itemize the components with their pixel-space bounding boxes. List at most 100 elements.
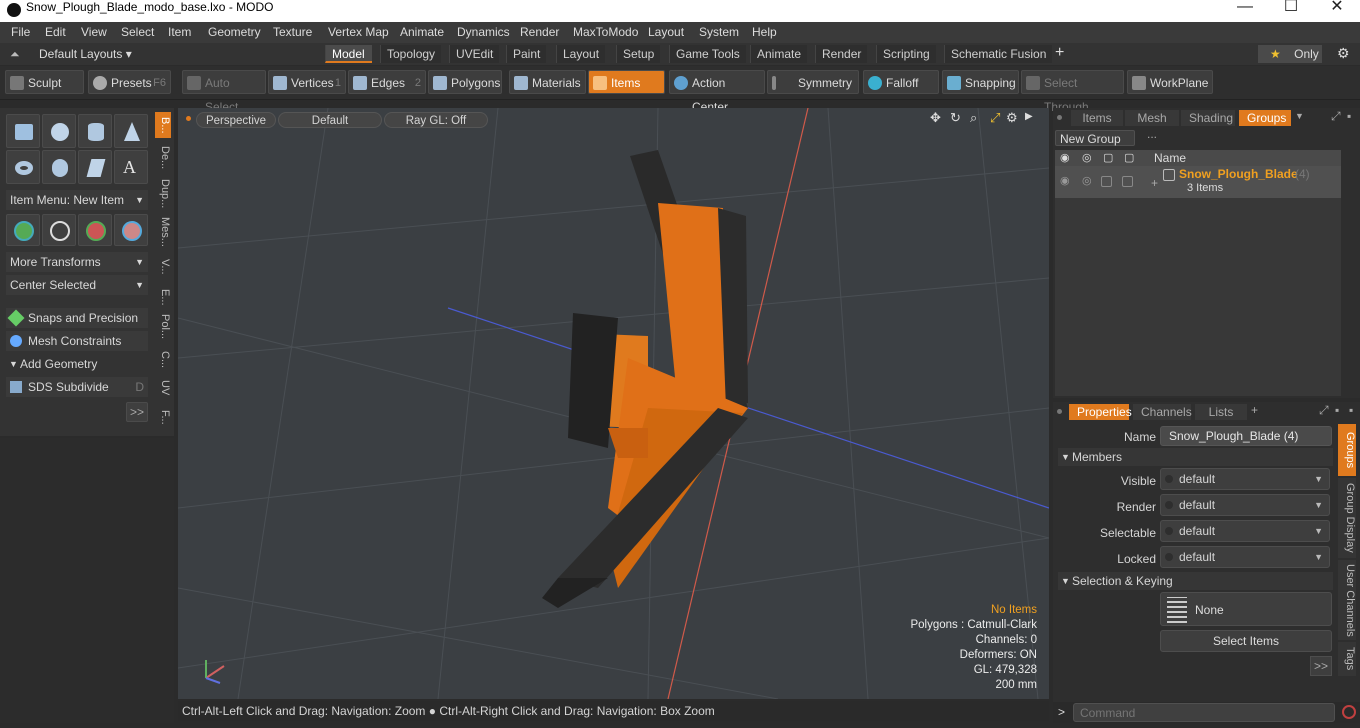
vtab-groups[interactable]: Groups bbox=[1338, 424, 1356, 476]
command-input[interactable] bbox=[1073, 703, 1335, 722]
group-row[interactable]: ◉ ◎ + Snow_Plough_Blade (4) 3 Items bbox=[1055, 166, 1341, 198]
render-dropdown[interactable]: default ▼ bbox=[1160, 494, 1330, 516]
symmetry-button[interactable]: Symmetry bbox=[767, 70, 859, 94]
menu-view[interactable]: View bbox=[81, 25, 107, 39]
menu-maxtomodo[interactable]: MaxToModo bbox=[573, 25, 638, 39]
action-center-button[interactable]: Action Center bbox=[669, 70, 765, 114]
auto-select-button[interactable]: Auto Select bbox=[182, 70, 266, 114]
selection-keying-section[interactable]: ▼ Selection & Keying bbox=[1058, 572, 1333, 590]
sds-subdivide-button[interactable]: SDS Subdivide D bbox=[6, 377, 148, 397]
name-column-header[interactable]: Name bbox=[1154, 151, 1186, 165]
ray-gl-button[interactable]: Ray GL: Off bbox=[384, 112, 488, 128]
menu-item[interactable]: Item bbox=[168, 25, 191, 39]
items-button[interactable]: Items bbox=[588, 70, 665, 94]
record-icon[interactable] bbox=[1342, 705, 1356, 719]
name-field[interactable]: Snow_Plough_Blade (4) bbox=[1160, 426, 1332, 446]
item-menu-dropdown[interactable]: Item Menu: New Item ▼ bbox=[6, 190, 148, 210]
add-geometry-section[interactable]: ▼ Add Geometry bbox=[6, 354, 148, 374]
members-section[interactable]: ▼ Members bbox=[1058, 448, 1333, 466]
vtab-group-display[interactable]: Group Display bbox=[1338, 478, 1356, 558]
visible-dropdown[interactable]: default ▼ bbox=[1160, 468, 1330, 490]
default-shading-button[interactable]: Default bbox=[278, 112, 382, 128]
menu-geometry[interactable]: Geometry bbox=[208, 25, 261, 39]
close-button[interactable]: ✕ bbox=[1314, 0, 1360, 22]
perspective-button[interactable]: Perspective bbox=[196, 112, 276, 128]
torus-primitive-button[interactable] bbox=[6, 150, 40, 184]
layout-collapse-icon[interactable]: ⏶ bbox=[10, 47, 20, 62]
vtab-polygon[interactable]: Pol... bbox=[155, 312, 171, 342]
locked-dropdown[interactable]: default ▼ bbox=[1160, 546, 1330, 568]
menu-render[interactable]: Render bbox=[520, 25, 559, 39]
text-tool-button[interactable]: A bbox=[114, 150, 148, 184]
menu-vertex-map[interactable]: Vertex Map bbox=[328, 25, 389, 39]
panel-maximize-icon[interactable]: ⤢ bbox=[1331, 109, 1341, 124]
tab-layout[interactable]: Layout bbox=[556, 45, 606, 63]
snaps-precision-button[interactable]: Snaps and Precision bbox=[6, 308, 148, 328]
more-transforms-dropdown[interactable]: More Transforms ▼ bbox=[6, 252, 148, 272]
menu-system[interactable]: System bbox=[699, 25, 739, 39]
vtab-deform[interactable]: De... bbox=[155, 142, 171, 174]
capsule-primitive-button[interactable] bbox=[42, 150, 76, 184]
row-lock-checkbox[interactable] bbox=[1101, 176, 1112, 187]
menu-file[interactable]: File bbox=[11, 25, 30, 39]
cone-primitive-button[interactable] bbox=[114, 114, 148, 148]
menu-help[interactable]: Help bbox=[752, 25, 777, 39]
pan-icon[interactable]: ✥ bbox=[930, 110, 941, 126]
materials-button[interactable]: Materials bbox=[509, 70, 586, 94]
pen-tool-button[interactable] bbox=[78, 150, 112, 184]
rotate-tool-button[interactable] bbox=[42, 214, 76, 246]
menu-select[interactable]: Select bbox=[121, 25, 154, 39]
panel-menu-icon[interactable]: ▪ bbox=[1347, 109, 1351, 123]
expand-plus-icon[interactable]: + bbox=[1151, 176, 1158, 190]
tab-schematic-fusion[interactable]: Schematic Fusion bbox=[944, 45, 1053, 63]
mesh-constraints-button[interactable]: Mesh Constraints bbox=[6, 331, 148, 351]
maximize-viewport-icon[interactable]: ⤢ bbox=[990, 110, 1000, 126]
panel-menu-icon[interactable]: ▪ bbox=[1335, 403, 1339, 417]
polygons-button[interactable]: Polygons bbox=[428, 70, 502, 94]
vtab-curve[interactable]: C... bbox=[155, 346, 171, 374]
tab-render[interactable]: Render bbox=[815, 45, 868, 63]
presets-button[interactable]: Presets F6 bbox=[88, 70, 171, 94]
menu-edit[interactable]: Edit bbox=[45, 25, 66, 39]
more-expand-button[interactable]: >> bbox=[1310, 656, 1332, 676]
only-toggle[interactable]: ★ Only bbox=[1258, 45, 1322, 63]
tab-topology[interactable]: Topology bbox=[380, 45, 442, 63]
new-group-button[interactable]: New Group bbox=[1055, 130, 1135, 146]
viewport-settings-icon[interactable]: ⚙ bbox=[1006, 110, 1018, 126]
workplane-button[interactable]: WorkPlane bbox=[1127, 70, 1213, 94]
falloff-button[interactable]: Falloff bbox=[863, 70, 939, 94]
cylinder-primitive-button[interactable] bbox=[78, 114, 112, 148]
scale-tool-button[interactable] bbox=[78, 214, 112, 246]
select-items-button[interactable]: Select Items bbox=[1160, 630, 1332, 652]
default-layouts-dropdown[interactable]: Default Layouts ▾ bbox=[39, 47, 132, 61]
tab-paint[interactable]: Paint bbox=[506, 45, 547, 63]
tab-setup[interactable]: Setup bbox=[616, 45, 661, 63]
row-render-icon[interactable]: ◎ bbox=[1082, 174, 1092, 187]
row-eye-icon[interactable]: ◉ bbox=[1060, 174, 1070, 187]
menu-dynamics[interactable]: Dynamics bbox=[457, 25, 510, 39]
tab-channels[interactable]: Channels bbox=[1133, 404, 1192, 420]
settings-gear-icon[interactable]: ⚙ bbox=[1337, 45, 1350, 62]
orbit-icon[interactable]: ↻ bbox=[950, 110, 961, 126]
none-button[interactable]: None bbox=[1160, 592, 1332, 626]
tab-game-tools[interactable]: Game Tools bbox=[669, 45, 746, 63]
vtab-vertex[interactable]: V... bbox=[155, 254, 171, 280]
tab-groups[interactable]: Groups bbox=[1239, 110, 1291, 126]
snapping-button[interactable]: Snapping bbox=[942, 70, 1019, 94]
vtab-duplicate[interactable]: Dup... bbox=[155, 176, 171, 212]
select-through-button[interactable]: Select Through bbox=[1021, 70, 1124, 114]
tab-uvedit[interactable]: UVEdit bbox=[449, 45, 500, 63]
minimize-button[interactable]: — bbox=[1222, 0, 1268, 22]
menu-animate[interactable]: Animate bbox=[400, 25, 444, 39]
sculpt-button[interactable]: Sculpt bbox=[5, 70, 84, 94]
panel-settings-icon[interactable]: ▪ bbox=[1349, 403, 1353, 417]
menu-layout[interactable]: Layout bbox=[648, 25, 684, 39]
tab-shading[interactable]: Shading bbox=[1181, 110, 1235, 126]
center-selected-dropdown[interactable]: Center Selected ▼ bbox=[6, 275, 148, 295]
transform-tool-button[interactable] bbox=[114, 214, 148, 246]
more-expand-button[interactable]: >> bbox=[126, 402, 148, 422]
add-tab-button[interactable]: + bbox=[1055, 44, 1064, 62]
tab-scripting[interactable]: Scripting bbox=[876, 45, 936, 63]
zoom-icon[interactable]: ⌕ bbox=[970, 110, 977, 126]
vtab-uv[interactable]: UV bbox=[155, 378, 171, 398]
